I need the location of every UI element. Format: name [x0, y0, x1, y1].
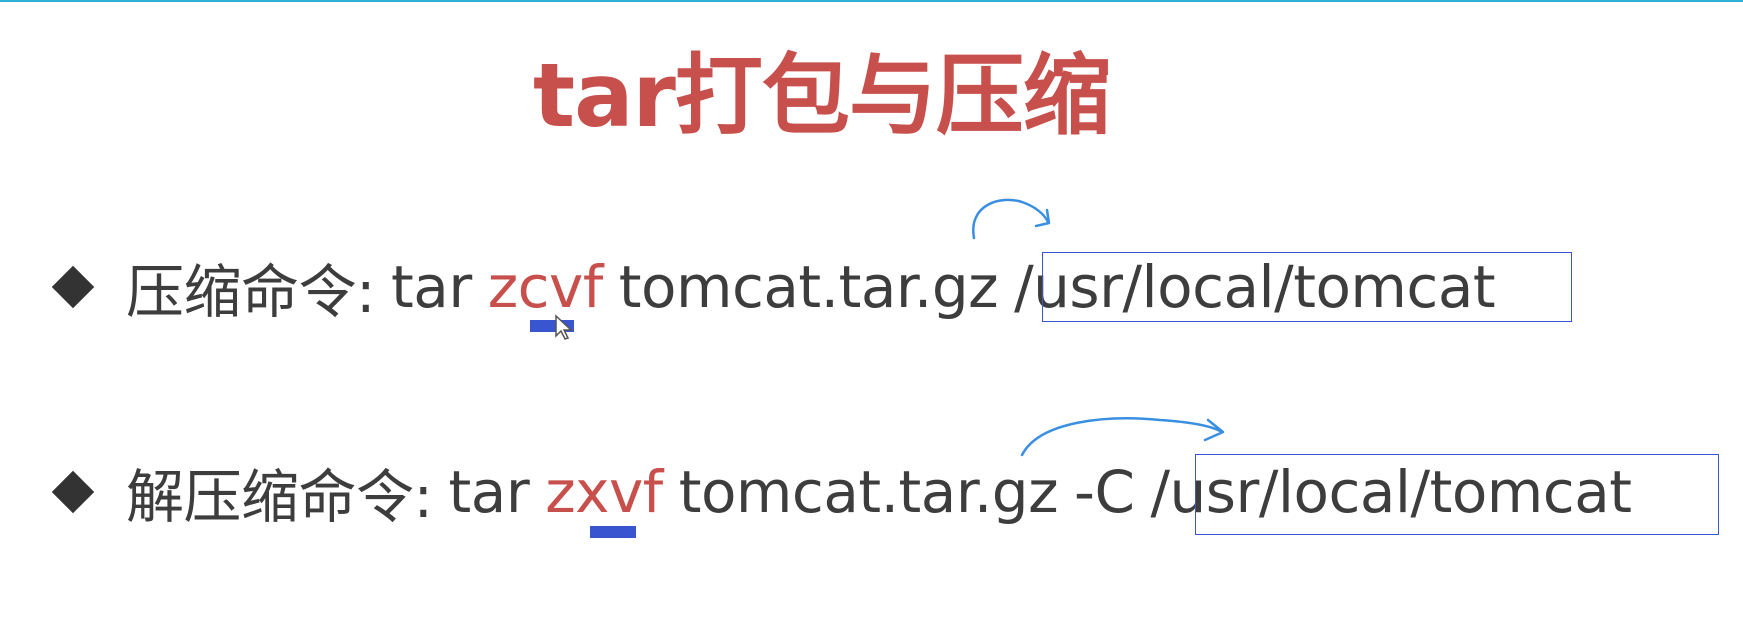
path-box-annotation — [1042, 252, 1572, 322]
option-flag: -C — [1074, 458, 1135, 526]
command-flags: zcvf — [487, 253, 604, 321]
archive-name: tomcat.tar.gz — [678, 458, 1059, 526]
diamond-bullet-icon — [48, 467, 98, 517]
arrow-head-icon — [1034, 208, 1051, 228]
curved-arrow-icon — [972, 198, 1050, 240]
path-box-annotation — [1195, 454, 1719, 535]
command-prefix: tar — [448, 458, 530, 526]
diamond-bullet-icon — [48, 262, 98, 312]
command-flags: zxvf — [545, 458, 663, 526]
top-border-line — [0, 0, 1743, 2]
archive-name: tomcat.tar.gz — [618, 253, 999, 321]
flag-underline-annotation — [590, 526, 636, 538]
flag-underline-annotation — [530, 320, 574, 332]
bullet-label: 解压缩命令: — [126, 463, 433, 531]
bullet-label: 压缩命令: — [126, 258, 376, 326]
command-prefix: tar — [391, 253, 472, 321]
curved-arrow-icon — [1020, 417, 1224, 457]
slide-title: tar打包与压缩 — [533, 44, 1111, 147]
arrow-head-icon — [1203, 418, 1225, 442]
